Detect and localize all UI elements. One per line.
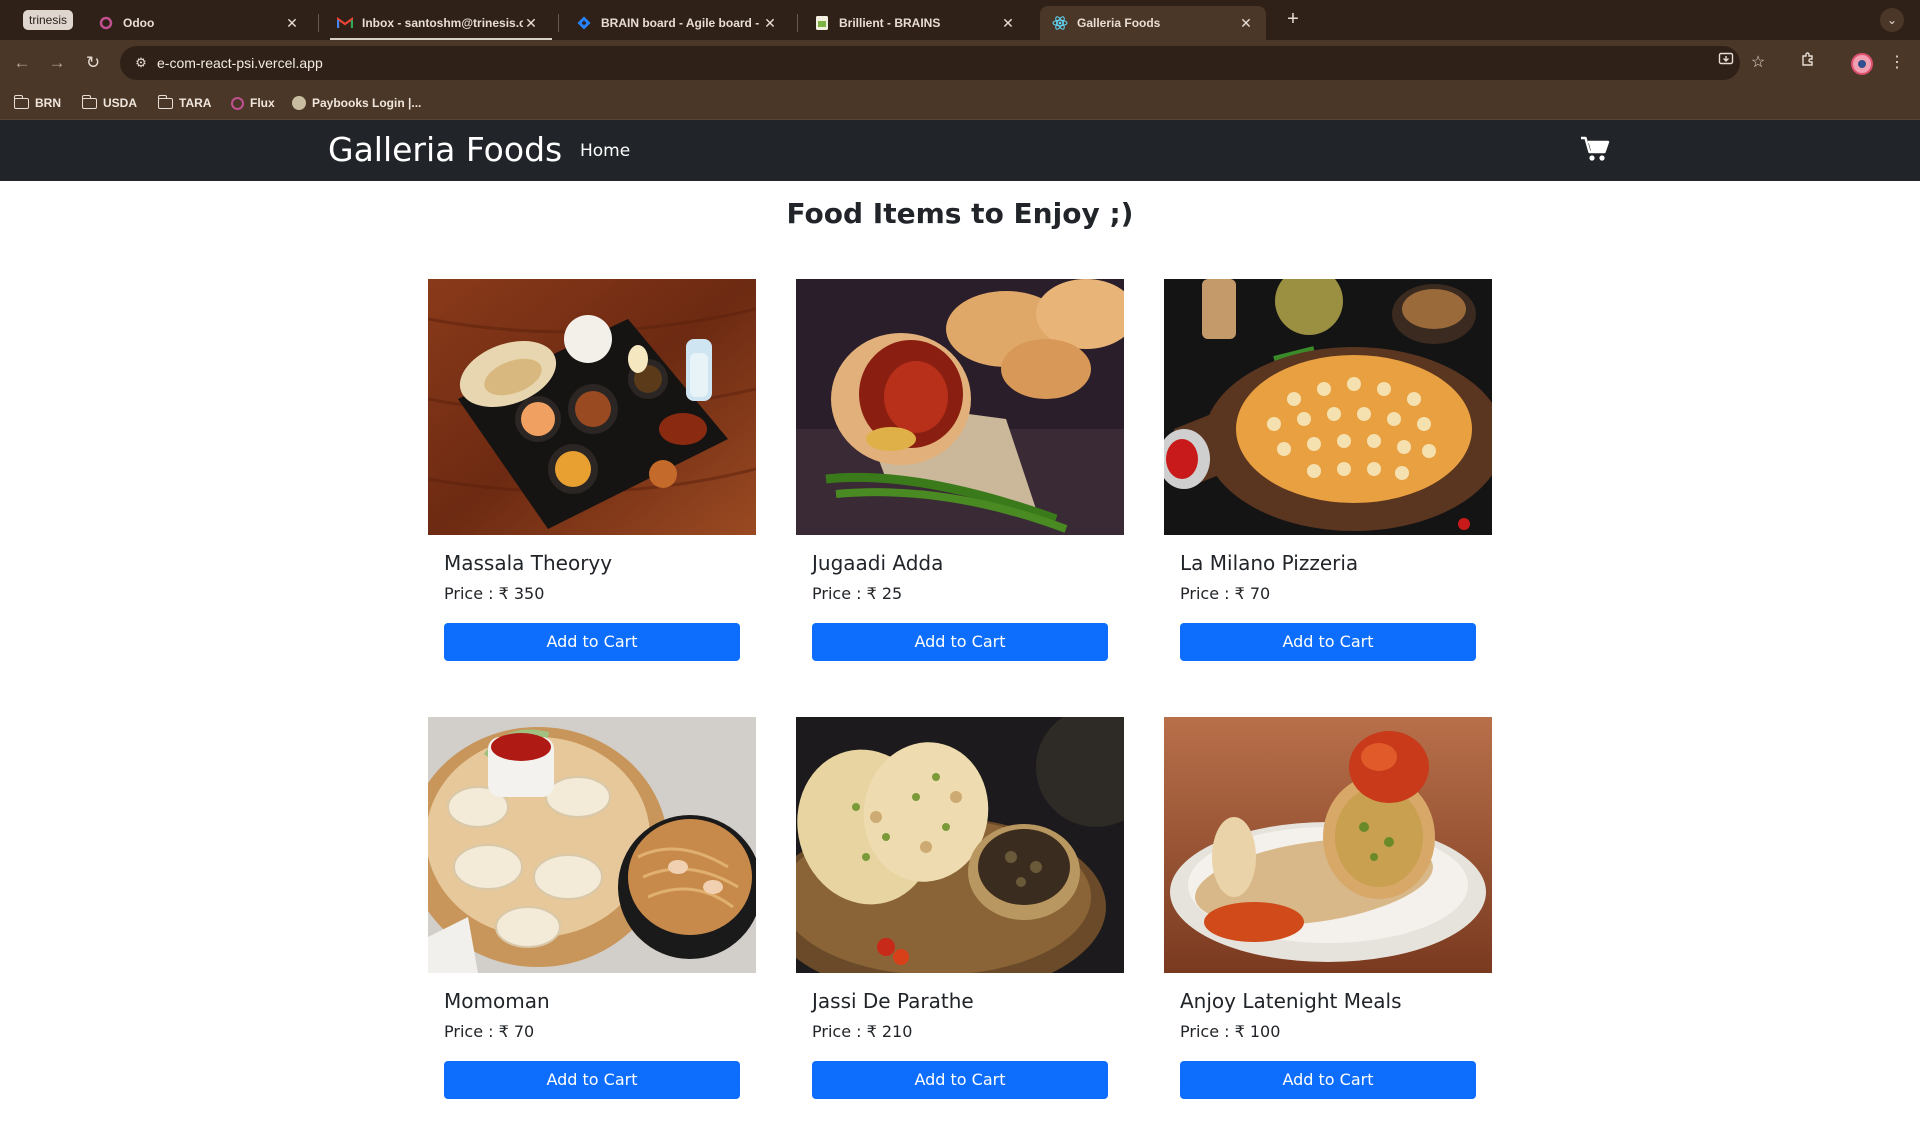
browser-toolbar: ← → ↻ ⚙ e-com-react-psi.vercel.app ☆ ⋮ — [0, 40, 1920, 86]
product-price: Price : ₹ 210 — [812, 1022, 913, 1041]
reload-icon[interactable]: ↻ — [81, 51, 105, 75]
site-info-icon[interactable]: ⚙ — [132, 54, 150, 72]
product-price: Price : ₹ 100 — [1180, 1022, 1281, 1041]
tab-close-icon[interactable]: ✕ — [284, 15, 300, 32]
site-navbar: Galleria Foods Home — [0, 120, 1920, 181]
product-name: Jugaadi Adda — [812, 551, 944, 575]
profile-chip[interactable]: trinesis — [23, 10, 74, 30]
jira-icon — [576, 15, 592, 31]
bookmarks-bar: BRN USDA TARA Flux Paybooks Login |... — [0, 86, 1920, 120]
product-price: Price : ₹ 70 — [444, 1022, 535, 1041]
product-name: Momoman — [444, 989, 550, 1013]
bookmark-label: USDA — [103, 96, 138, 110]
tab-brillient[interactable]: Brillient - BRAINS ✕ — [802, 6, 1028, 40]
tab-title: Brillient - BRAINS — [839, 16, 941, 30]
product-name: Anjoy Latenight Meals — [1180, 989, 1402, 1013]
address-bar[interactable]: ⚙ e-com-react-psi.vercel.app — [120, 46, 1740, 80]
odoo-icon — [231, 96, 244, 110]
tab-jira[interactable]: BRAIN board - Agile board - ✕ — [564, 6, 790, 40]
food-photo-pizza — [1164, 279, 1492, 535]
brand-logo[interactable]: Galleria Foods — [328, 128, 562, 172]
bookmark-star-icon[interactable]: ☆ — [1746, 51, 1770, 75]
product-card: Anjoy Latenight Meals Price : ₹ 100 Add … — [1164, 717, 1492, 1137]
browser-menu-icon[interactable]: ⋮ — [1885, 51, 1909, 75]
product-name: Massala Theoryy — [444, 551, 613, 575]
tab-close-icon[interactable]: ✕ — [1238, 15, 1254, 32]
bookmark-label: BRN — [35, 96, 61, 110]
browser-tab-strip: trinesis Odoo ✕ Inbox - santoshm@trinesi… — [0, 0, 1920, 40]
paybooks-icon — [292, 96, 306, 110]
add-to-cart-button[interactable]: Add to Cart — [812, 1061, 1108, 1099]
add-to-cart-button[interactable]: Add to Cart — [812, 623, 1108, 661]
tab-title: BRAIN board - Agile board - — [601, 16, 760, 30]
tab-title: Galleria Foods — [1077, 16, 1161, 30]
tab-title: Odoo — [123, 16, 155, 30]
tab-galleria-foods[interactable]: Galleria Foods ✕ — [1040, 6, 1266, 40]
product-card: Massala Theoryy Price : ₹ 350 Add to Car… — [428, 279, 756, 699]
product-card: Momoman Price : ₹ 70 Add to Cart — [428, 717, 756, 1137]
product-name: La Milano Pizzeria — [1180, 551, 1359, 575]
url-text[interactable]: e-com-react-psi.vercel.app — [157, 54, 323, 72]
install-app-icon[interactable] — [1714, 51, 1738, 75]
add-to-cart-button[interactable]: Add to Cart — [1180, 1061, 1476, 1099]
bookmark-brn[interactable]: BRN — [13, 94, 61, 112]
gmail-icon — [337, 15, 353, 31]
nav-link-home[interactable]: Home — [580, 139, 630, 163]
food-photo-rolls — [1164, 717, 1492, 973]
page-heading: Food Items to Enjoy ;) — [786, 197, 1134, 230]
add-to-cart-button[interactable]: Add to Cart — [444, 623, 740, 661]
food-photo-vada-pav — [796, 279, 1124, 535]
odoo-icon — [98, 15, 114, 31]
folder-icon — [157, 94, 173, 109]
add-to-cart-button[interactable]: Add to Cart — [1180, 623, 1476, 661]
food-photo-paratha — [796, 717, 1124, 973]
tab-close-icon[interactable]: ✕ — [1000, 15, 1016, 32]
bookmark-label: Paybooks Login |... — [312, 96, 422, 110]
tab-divider — [318, 14, 319, 32]
bookmark-label: Flux — [250, 96, 275, 110]
product-card: Jugaadi Adda Price : ₹ 25 Add to Cart — [796, 279, 1124, 699]
profile-avatar[interactable] — [1851, 53, 1873, 75]
new-tab-plus-icon[interactable]: + — [1283, 9, 1303, 30]
bookmark-tara[interactable]: TARA — [157, 94, 212, 112]
bookmark-label: TARA — [179, 96, 212, 110]
tab-gmail[interactable]: Inbox - santoshm@trinesis.c ✕ — [325, 6, 551, 40]
tab-divider — [558, 14, 559, 32]
product-card: La Milano Pizzeria Price : ₹ 70 Add to C… — [1164, 279, 1492, 699]
food-photo-thali — [428, 279, 756, 535]
product-card: Jassi De Parathe Price : ₹ 210 Add to Ca… — [796, 717, 1124, 1137]
extensions-puzzle-icon[interactable] — [1796, 51, 1820, 75]
bookmark-usda[interactable]: USDA — [81, 94, 138, 112]
product-price: Price : ₹ 70 — [1180, 584, 1271, 603]
bookmark-paybooks[interactable]: Paybooks Login |... — [292, 94, 421, 112]
product-price: Price : ₹ 350 — [444, 584, 545, 603]
forward-arrow-icon[interactable]: → — [45, 51, 69, 75]
react-icon — [1052, 15, 1068, 31]
bookmark-flux[interactable]: Flux — [231, 94, 275, 112]
product-price: Price : ₹ 25 — [812, 584, 903, 603]
tab-search-chevron-icon[interactable]: ⌄ — [1880, 8, 1904, 32]
tab-divider — [797, 14, 798, 32]
tab-odoo[interactable]: Odoo ✕ — [86, 6, 312, 40]
product-name: Jassi De Parathe — [812, 989, 974, 1013]
tab-close-icon[interactable]: ✕ — [523, 15, 539, 32]
cart-icon[interactable] — [1580, 135, 1610, 163]
food-photo-momos — [428, 717, 756, 973]
tab-title: Inbox - santoshm@trinesis.c — [362, 16, 523, 30]
sheets-icon — [814, 15, 830, 31]
tab-close-icon[interactable]: ✕ — [762, 15, 778, 32]
folder-icon — [13, 94, 29, 109]
add-to-cart-button[interactable]: Add to Cart — [444, 1061, 740, 1099]
back-arrow-icon[interactable]: ← — [10, 51, 34, 75]
folder-icon — [81, 94, 97, 109]
